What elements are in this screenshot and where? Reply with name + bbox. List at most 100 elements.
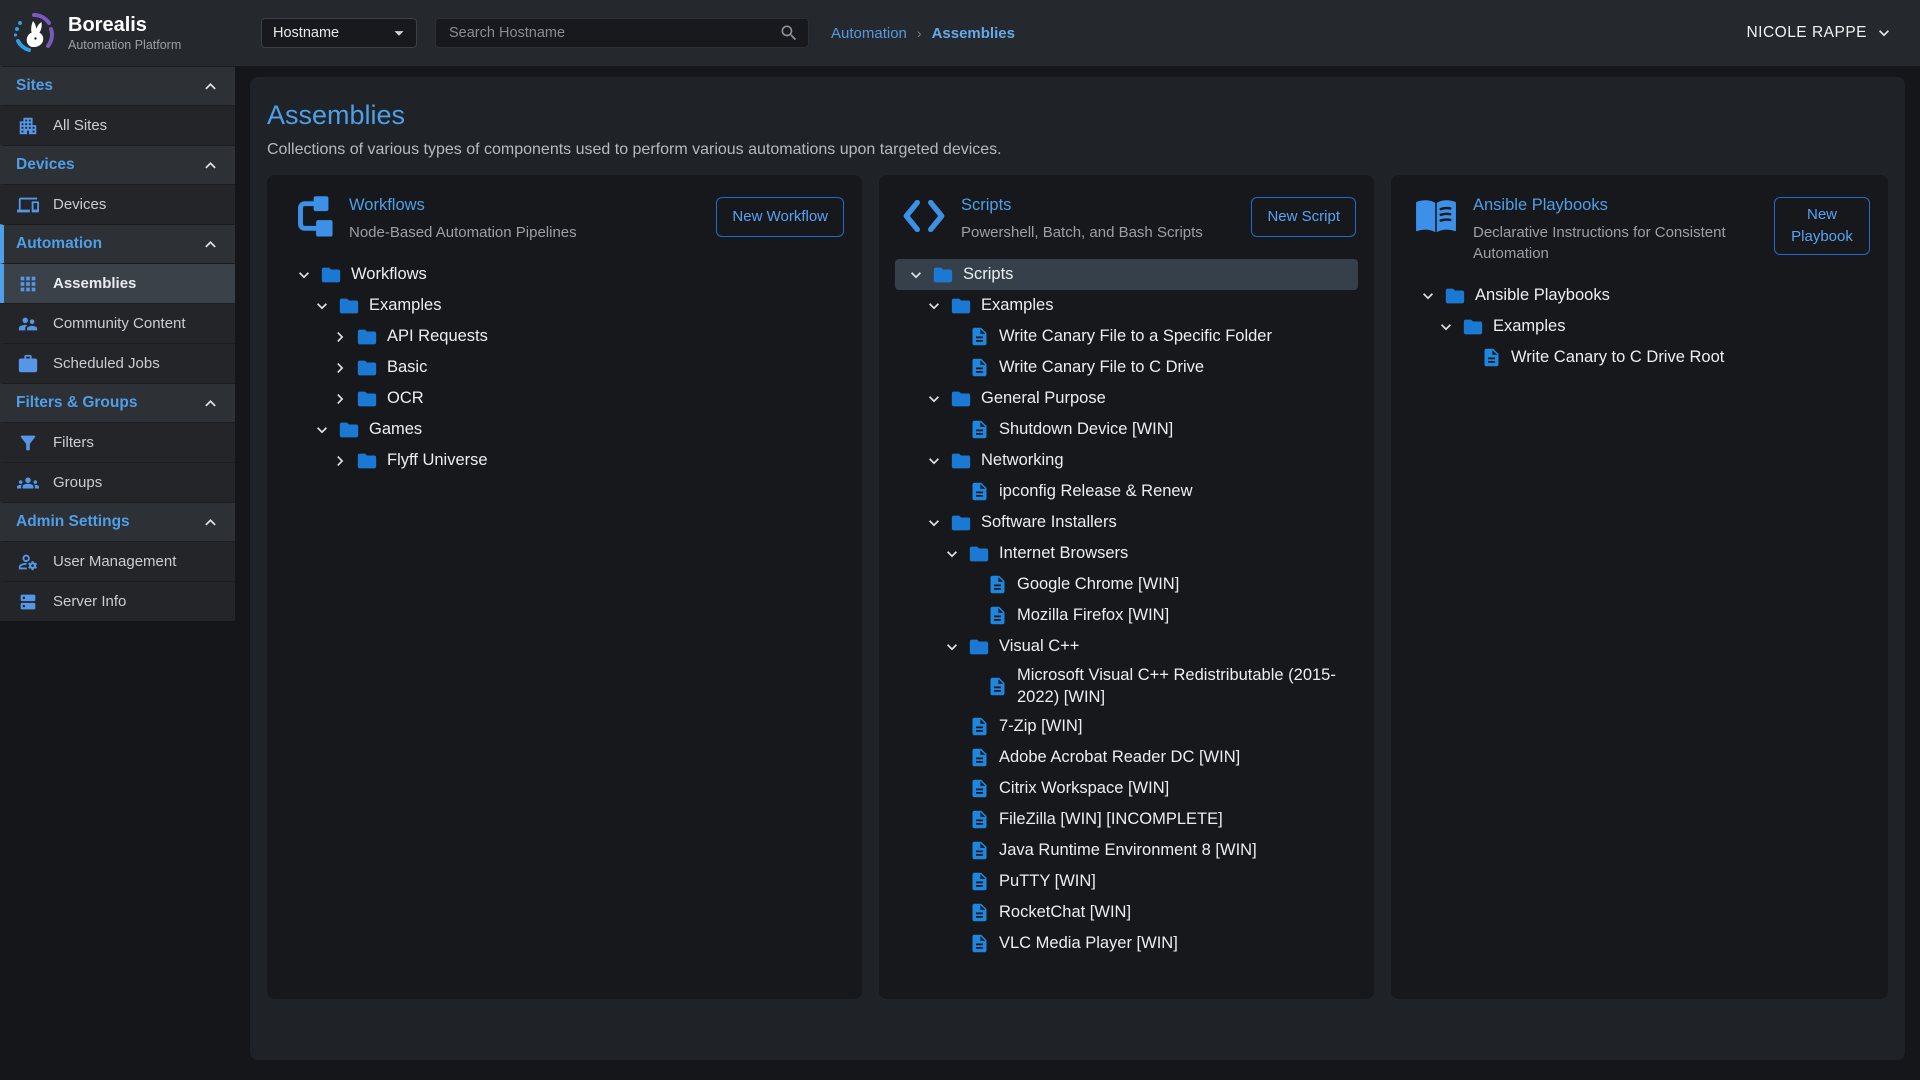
sidebar-item-assemblies[interactable]: Assemblies [0,263,235,303]
sidebar-item-scheduled-jobs[interactable]: Scheduled Jobs [0,343,235,383]
tree-node[interactable]: Citrix Workspace [WIN] [895,773,1358,804]
chevron-down-icon[interactable] [941,543,963,565]
tree-node[interactable]: Write Canary File to a Specific Folder [895,321,1358,352]
tree-node[interactable]: ipconfig Release & Renew [895,476,1358,507]
chevron-down-icon[interactable] [923,388,945,410]
tree-node[interactable]: VLC Media Player [WIN] [895,928,1358,959]
tree-node[interactable]: RocketChat [WIN] [895,897,1358,928]
tree-node[interactable]: Ansible Playbooks [1407,280,1872,311]
tree-node-label: Citrix Workspace [WIN] [999,775,1173,801]
folder-icon [337,295,361,317]
tree-node[interactable]: Flyff Universe [283,445,846,476]
tree-node[interactable]: PuTTY [WIN] [895,866,1358,897]
chevron-down-icon[interactable] [1435,316,1457,338]
chevron-up-icon [200,393,221,414]
tree-node[interactable]: Scripts [895,259,1358,290]
user-menu[interactable]: NICOLE RAPPE [1746,23,1894,43]
user-gear-icon [16,551,40,573]
chevron-down-icon[interactable] [923,512,945,534]
card-title-scripts[interactable]: Scripts [961,196,1237,215]
sidebar-item-filters[interactable]: Filters [0,422,235,462]
card-title-workflows[interactable]: Workflows [349,196,702,215]
card-title-playbooks[interactable]: Ansible Playbooks [1473,196,1760,215]
chevron-right-icon[interactable] [329,326,351,348]
tree-node[interactable]: Shutdown Device [WIN] [895,414,1358,445]
card-titles: ScriptsPowershell, Batch, and Bash Scrip… [961,193,1237,243]
tree-node[interactable]: 7-Zip [WIN] [895,711,1358,742]
chevron-up-icon [200,155,221,176]
chevron-down-icon[interactable] [941,636,963,658]
tree-node[interactable]: Networking [895,445,1358,476]
chevron-down-icon[interactable] [905,264,927,286]
new-script-button[interactable]: New Script [1251,197,1356,237]
tree-node-label: Write Canary File to a Specific Folder [999,323,1276,349]
tree-node[interactable]: Google Chrome [WIN] [895,569,1358,600]
tree-node[interactable]: Java Runtime Environment 8 [WIN] [895,835,1358,866]
tree-node[interactable]: Software Installers [895,507,1358,538]
tree-node[interactable]: Examples [283,290,846,321]
tree-node-label: Software Installers [981,509,1121,535]
new-playbook-button[interactable]: New Playbook [1774,197,1870,255]
tree-node[interactable]: Write Canary to C Drive Root [1407,342,1872,373]
people-icon [16,313,40,335]
sidebar-item-groups[interactable]: Groups [0,462,235,502]
tree-node[interactable]: Examples [895,290,1358,321]
tree-node[interactable]: Visual C++ [895,631,1358,662]
tree-node-label: Examples [369,292,445,318]
sidebar-section-devices[interactable]: Devices [0,145,235,184]
hostname-select[interactable]: Hostname [261,18,417,48]
sidebar-item-user-management[interactable]: User Management [0,541,235,581]
twisty-spacer [941,932,963,954]
tree-node[interactable]: OCR [283,383,846,414]
chevron-down-icon[interactable] [311,419,333,441]
tree-node[interactable]: Workflows [283,259,846,290]
chevron-down-icon[interactable] [311,295,333,317]
tree-node-label: Flyff Universe [387,447,492,473]
breadcrumb-assemblies[interactable]: Assemblies [932,25,1015,42]
building-icon [16,115,40,137]
breadcrumb-separator-icon: › [917,25,922,41]
tree-node[interactable]: General Purpose [895,383,1358,414]
tree-node-label: Workflows [351,261,431,287]
chevron-down-icon[interactable] [923,295,945,317]
new-workflow-button[interactable]: New Workflow [716,197,844,237]
tree-node[interactable]: Examples [1407,311,1872,342]
sidebar-section-sites[interactable]: Sites [0,66,235,105]
groups-icon [16,472,40,494]
sidebar-item-all-sites[interactable]: All Sites [0,105,235,145]
tree-node[interactable]: Write Canary File to C Drive [895,352,1358,383]
sidebar-item-devices[interactable]: Devices [0,184,235,224]
chevron-right-icon[interactable] [329,357,351,379]
file-icon [967,778,991,799]
tree-node-label: Scripts [963,261,1017,287]
sidebar-section-filters-groups[interactable]: Filters & Groups [0,383,235,422]
chevron-down-icon[interactable] [1417,285,1439,307]
tree-node[interactable]: FileZilla [WIN] [INCOMPLETE] [895,804,1358,835]
sidebar-section-automation[interactable]: Automation [0,224,235,263]
file-icon [985,605,1009,626]
chevron-down-icon[interactable] [293,264,315,286]
brand: Borealis Automation Platform [0,9,235,57]
breadcrumb-automation[interactable]: Automation [831,25,907,42]
sidebar-item-community-content[interactable]: Community Content [0,303,235,343]
tree-node[interactable]: Games [283,414,846,445]
chevron-right-icon[interactable] [329,388,351,410]
tree-node[interactable]: Basic [283,352,846,383]
breadcrumb: Automation › Assemblies [831,25,1015,42]
sidebar-section-admin-settings[interactable]: Admin Settings [0,502,235,541]
tree-node[interactable]: Mozilla Firefox [WIN] [895,600,1358,631]
twisty-spacer [941,715,963,737]
chevron-right-icon[interactable] [329,450,351,472]
tree-node[interactable]: Microsoft Visual C++ Redistributable (20… [895,662,1358,711]
sidebar-item-server-info[interactable]: Server Info [0,581,235,621]
tree-node[interactable]: Internet Browsers [895,538,1358,569]
search-input[interactable] [447,24,779,42]
tree-node[interactable]: Adobe Acrobat Reader DC [WIN] [895,742,1358,773]
folder-icon [949,295,973,317]
tree-node-label: Games [369,416,426,442]
card-titles: Ansible PlaybooksDeclarative Instruction… [1473,193,1760,264]
tree-node[interactable]: API Requests [283,321,846,352]
tree-node-label: Shutdown Device [WIN] [999,416,1177,442]
chevron-down-icon[interactable] [923,450,945,472]
file-icon [985,676,1009,697]
